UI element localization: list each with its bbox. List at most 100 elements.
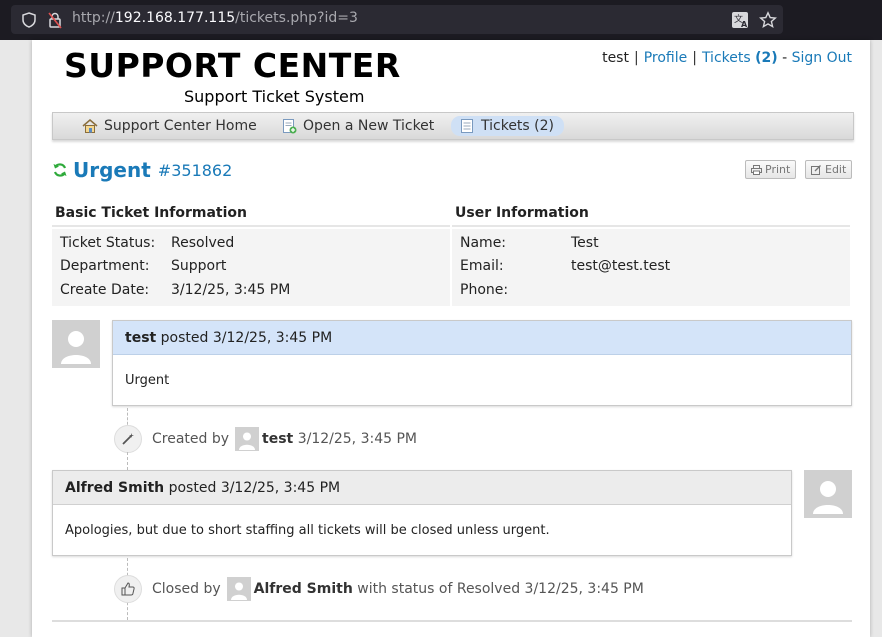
address-bar[interactable]: http://192.168.177.115/tickets.php?id=3 …	[11, 5, 783, 34]
bookmark-star-icon[interactable]	[759, 11, 777, 29]
event-status: Resolved	[456, 581, 521, 597]
dash-separator: -	[782, 50, 788, 66]
info-row-department: Department: Support	[52, 255, 450, 279]
event-user: test	[262, 431, 294, 447]
browser-toolbar: http://192.168.177.115/tickets.php?id=3 …	[0, 0, 882, 40]
thumbs-up-icon	[114, 575, 142, 603]
url-path: /tickets.php?id=3	[235, 10, 358, 26]
department-label: Department:	[60, 258, 150, 275]
tickets-link-label: Tickets	[701, 50, 751, 66]
basic-info-heading: Basic Ticket Information	[52, 203, 450, 227]
tickets-link[interactable]: Tickets (2)	[702, 50, 778, 66]
print-button[interactable]: Print	[745, 160, 797, 179]
user-links: test | Profile | Tickets (2) - Sign Out	[602, 50, 852, 66]
url-host: 192.168.177.115	[114, 10, 236, 26]
ticket-heading: Urgent #351862	[52, 158, 232, 182]
avatar	[52, 320, 100, 368]
user-info-table: Name: Test Email: test@test.test Phone:	[452, 229, 850, 306]
username: test	[602, 50, 629, 66]
basic-ticket-info: Basic Ticket Information Ticket Status: …	[52, 203, 450, 306]
message-body: Urgent	[125, 372, 170, 388]
nav-tickets[interactable]: Tickets (2)	[451, 116, 564, 136]
email-label: Email:	[460, 258, 504, 275]
name-value: Test	[571, 234, 599, 251]
refresh-icon[interactable]	[52, 162, 68, 178]
event-middle: with status of	[357, 581, 453, 597]
user-avatar-icon	[239, 432, 256, 450]
logo[interactable]: SUPPORT CENTER Support Ticket System	[64, 46, 401, 107]
url-prefix: http://	[72, 10, 115, 26]
avatar	[235, 427, 260, 451]
info-row-email: Email: test@test.test	[452, 255, 850, 279]
message-header: Alfred Smith posted 3/12/25, 3:45 PM	[53, 471, 791, 505]
event-user: Alfred Smith	[253, 581, 353, 597]
thread-event-created: Created by test 3/12/25, 3:45 PM	[114, 425, 417, 453]
message-author: test	[125, 329, 157, 346]
home-icon	[82, 119, 98, 133]
svg-text:A: A	[741, 20, 748, 29]
email-value: test@test.test	[571, 258, 671, 275]
info-row-name: Name: Test	[452, 231, 850, 255]
message-body: Apologies, but due to short staffing all…	[65, 522, 550, 538]
user-info-heading: User Information	[452, 203, 850, 227]
edit-icon	[811, 164, 821, 175]
message-date: 3/12/25, 3:45 PM	[212, 329, 333, 346]
nav-home-label: Support Center Home	[104, 118, 257, 134]
print-label: Print	[765, 163, 791, 176]
logo-subtitle: Support Ticket System	[184, 87, 365, 106]
thread-connector	[127, 452, 128, 470]
department-value: Support	[171, 258, 227, 275]
name-label: Name:	[460, 234, 507, 251]
insecure-lock-icon[interactable]	[46, 11, 64, 29]
event-prefix: Created by	[152, 431, 230, 447]
create-date-label: Create Date:	[60, 281, 150, 298]
event-date: 3/12/25, 3:45 PM	[297, 431, 417, 447]
nav-new-ticket[interactable]: Open a New Ticket	[281, 117, 434, 135]
edit-button[interactable]: Edit	[805, 160, 853, 179]
message-posted: posted	[168, 479, 217, 496]
create-date-value: 3/12/25, 3:45 PM	[171, 281, 291, 298]
page-container: SUPPORT CENTER Support Ticket System tes…	[32, 40, 870, 637]
ticket-number: #351862	[157, 160, 233, 180]
logo-title: SUPPORT CENTER	[64, 46, 401, 85]
message-date: 3/12/25, 3:45 PM	[220, 479, 341, 496]
phone-label: Phone:	[460, 281, 509, 298]
sign-out-link[interactable]: Sign Out	[792, 50, 852, 66]
info-row-create-date: Create Date: 3/12/25, 3:45 PM	[52, 278, 450, 302]
new-ticket-icon	[283, 119, 297, 134]
shield-icon[interactable]	[20, 11, 38, 29]
nav-tickets-label: Tickets (2)	[481, 118, 554, 134]
basic-info-table: Ticket Status: Resolved Department: Supp…	[52, 229, 450, 306]
nav-home[interactable]: Support Center Home	[82, 117, 257, 135]
edit-label: Edit	[825, 163, 847, 176]
status-value: Resolved	[171, 234, 235, 251]
thread-message-user: test posted 3/12/25, 3:45 PM Urgent	[112, 320, 852, 406]
divider	[52, 620, 852, 622]
url-text[interactable]: http://192.168.177.115/tickets.php?id=3	[72, 10, 358, 26]
thread-event-closed: Closed by Alfred Smith with status of Re…	[114, 575, 644, 603]
nav-new-ticket-label: Open a New Ticket	[303, 118, 435, 134]
user-avatar-icon	[61, 331, 91, 364]
profile-link[interactable]: Profile	[644, 50, 688, 66]
user-avatar-icon	[813, 481, 843, 514]
translate-icon[interactable]: 文 A	[731, 11, 749, 29]
event-prefix: Closed by	[152, 581, 221, 597]
magic-wand-icon	[114, 425, 142, 453]
print-icon	[751, 164, 762, 175]
user-information: User Information Name: Test Email: test@…	[452, 203, 850, 306]
message-author: Alfred Smith	[65, 479, 165, 496]
message-posted: posted	[160, 329, 209, 346]
user-avatar-icon	[230, 582, 247, 600]
info-row-phone: Phone:	[452, 278, 850, 302]
thread-message-staff: Alfred Smith posted 3/12/25, 3:45 PM Apo…	[52, 470, 792, 556]
status-label: Ticket Status:	[60, 234, 156, 251]
ticket-title[interactable]: Urgent	[73, 158, 151, 182]
event-date: 3/12/25, 3:45 PM	[524, 581, 644, 597]
message-header: test posted 3/12/25, 3:45 PM	[113, 321, 851, 355]
tickets-icon	[461, 119, 473, 133]
info-row-status: Ticket Status: Resolved	[52, 231, 450, 255]
avatar	[804, 470, 852, 518]
avatar	[226, 577, 251, 601]
main-nav: Support Center Home Open a New Ticket Ti…	[52, 112, 854, 140]
tickets-link-count: (2)	[755, 50, 778, 66]
